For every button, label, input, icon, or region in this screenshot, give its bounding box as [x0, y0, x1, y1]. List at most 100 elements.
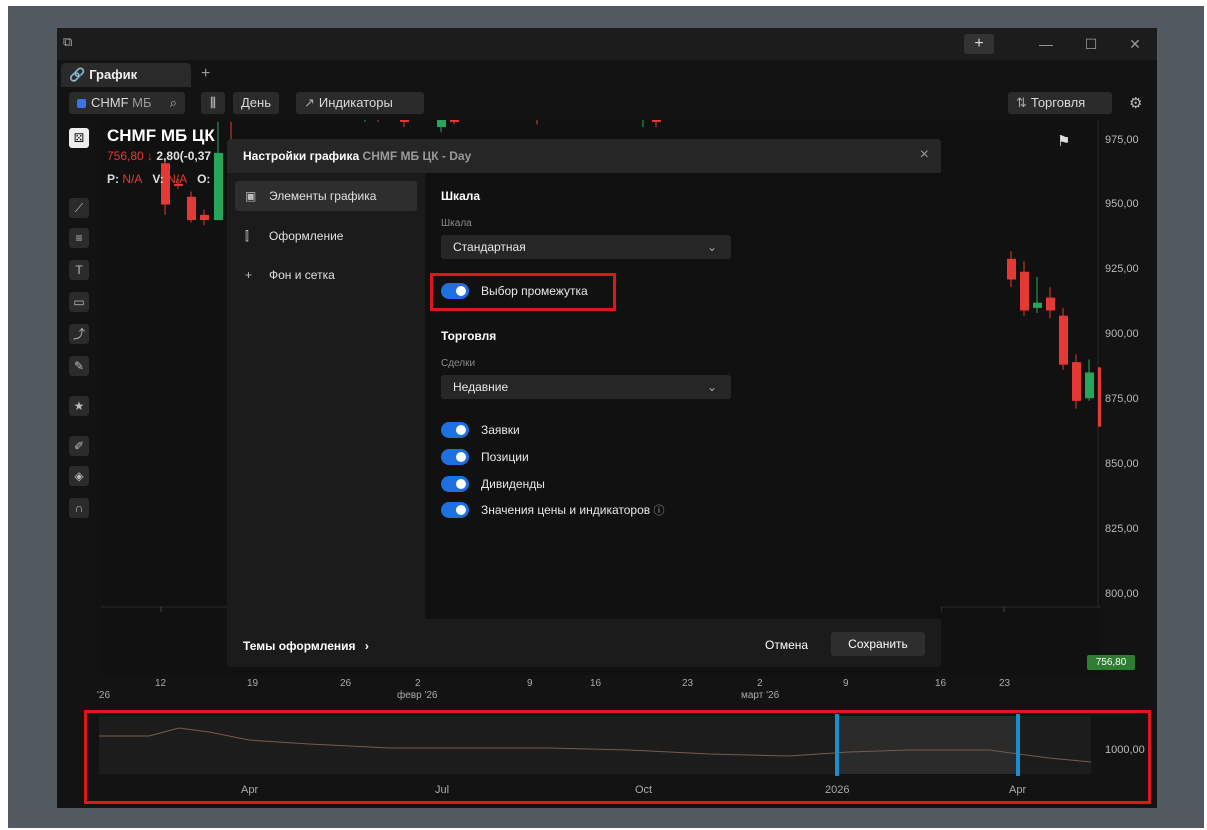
- ohlc-line: P: N/A V: N/A O:: [107, 172, 210, 186]
- ticker-search[interactable]: CHMF МБ ⌕: [69, 92, 185, 114]
- style-icon: ⫿: [245, 229, 249, 243]
- tab-chart-label: График: [89, 67, 138, 82]
- date-label: 2: [415, 678, 421, 689]
- eraser-icon[interactable]: ✐: [69, 436, 89, 456]
- dice-icon[interactable]: ⚄: [69, 128, 89, 148]
- date-label: 23: [682, 678, 694, 689]
- date-label: 16: [935, 678, 947, 689]
- trading-button[interactable]: ⇅ Торговля: [1008, 92, 1112, 114]
- themes-link[interactable]: Темы оформления ›: [243, 639, 369, 653]
- indicators-label: Индикаторы: [318, 95, 393, 110]
- date-label: 9: [527, 678, 533, 689]
- candle-body: [200, 214, 209, 221]
- sidebar-item-style[interactable]: ⫿ Оформление: [235, 221, 417, 251]
- trend-tool-icon[interactable]: ⤴: [69, 324, 89, 344]
- price-values-toggle-label: Значения цены и индикаторов ⓘ: [481, 501, 664, 520]
- brush-tool-icon[interactable]: ✎: [69, 356, 89, 376]
- sidebar-item-label: Оформление: [269, 229, 344, 243]
- deals-field-label: Сделки: [441, 358, 476, 369]
- grid-icon: +: [245, 268, 253, 282]
- text-tool-icon[interactable]: T: [69, 260, 89, 280]
- dialog-title-symbol: CHMF МБ ЦК - Day: [362, 149, 472, 163]
- line-tool-icon[interactable]: ⟋: [69, 198, 89, 218]
- favorites-icon[interactable]: ★: [69, 396, 89, 416]
- symbol-price-line: 756,80 ↓ 2,80(-0,37: [107, 149, 211, 163]
- price-axis-label: 950,00: [1105, 198, 1139, 210]
- maximize-button[interactable]: ☐: [1079, 34, 1103, 54]
- sidebar-item-chart-elements[interactable]: ▣ Элементы графика: [235, 181, 417, 211]
- orders-toggle[interactable]: [441, 422, 469, 438]
- candle-body: [1085, 372, 1094, 399]
- scale-field-label: Шкала: [441, 218, 472, 229]
- rectangle-tool-icon[interactable]: ▭: [69, 292, 89, 312]
- price-axis-label: 825,00: [1105, 523, 1139, 535]
- dialog-header: Настройки графика CHMF МБ ЦК - Day ×: [227, 139, 941, 173]
- chevron-right-icon: ›: [364, 639, 369, 653]
- tab-chart[interactable]: 🔗 График: [61, 63, 191, 87]
- price-axis-label: 850,00: [1105, 458, 1139, 470]
- candle-body: [437, 120, 446, 128]
- chart-toolbar: CHMF МБ ⌕ ⫼ День ↗ Индикаторы ⇅ Торговля ⚙: [57, 88, 1157, 120]
- highlight-navigator: [84, 710, 1151, 804]
- candle-body: [1072, 362, 1081, 401]
- candle-body: [1059, 315, 1068, 365]
- price-axis-label: 800,00: [1105, 588, 1139, 600]
- price-axis-label: 875,00: [1105, 393, 1139, 405]
- trading-label: Торговля: [1030, 95, 1086, 110]
- sidebar-item-background-grid[interactable]: + Фон и сетка: [235, 260, 417, 290]
- sidebar-item-label: Фон и сетка: [269, 268, 335, 282]
- price-values-toggle[interactable]: [441, 502, 469, 518]
- candle-body: [214, 152, 223, 221]
- fib-tool-icon[interactable]: ≡: [69, 228, 89, 248]
- ohlc-o-label: O:: [197, 172, 211, 186]
- minimize-button[interactable]: —: [1034, 34, 1058, 54]
- date-label: 9: [843, 678, 849, 689]
- indicators-button[interactable]: ↗ Индикаторы: [296, 92, 424, 114]
- settings-gear-icon[interactable]: ⚙: [1129, 94, 1142, 112]
- dialog-footer: Темы оформления › Отмена Сохранить: [227, 619, 941, 667]
- ticker-logo-icon: [77, 99, 86, 109]
- window-layout-icon[interactable]: ⧉: [63, 35, 75, 48]
- positions-toggle-label: Позиции: [481, 450, 529, 464]
- down-arrow-icon: ↓: [147, 149, 154, 163]
- dialog-sidebar: ▣ Элементы графика ⫿ Оформление + Фон и …: [227, 173, 425, 619]
- chart-elements-icon: ▣: [245, 189, 257, 203]
- scale-section-title: Шкала: [441, 189, 481, 203]
- magnet-icon[interactable]: ∩: [69, 498, 89, 518]
- candle-body: [1033, 302, 1042, 308]
- title-bar: ⧉ + — ☐ ✕: [57, 28, 1157, 60]
- chart-type-button[interactable]: ⫼: [201, 92, 225, 114]
- date-label: 12: [155, 678, 167, 689]
- period-button[interactable]: День: [233, 92, 279, 114]
- trading-section-title: Торговля: [441, 329, 497, 343]
- candles-icon: ⫼: [210, 95, 216, 110]
- dividends-toggle[interactable]: [441, 476, 469, 492]
- layers-icon[interactable]: ◈: [69, 466, 89, 486]
- positions-toggle[interactable]: [441, 449, 469, 465]
- ohlc-v-value: N/A: [167, 172, 188, 186]
- date-label: 16: [590, 678, 602, 689]
- add-tab-button[interactable]: +: [201, 65, 210, 83]
- alert-pin-icon[interactable]: ⚑: [1057, 132, 1070, 150]
- orders-toggle-label: Заявки: [481, 423, 520, 437]
- scale-select[interactable]: Стандартная ⌄: [441, 235, 731, 259]
- new-window-button[interactable]: +: [964, 34, 994, 54]
- dialog-title: Настройки графика CHMF МБ ЦК - Day: [243, 149, 471, 163]
- drawing-tools: ⚄ ⟋ ≡ T ▭ ⤴ ✎ ★ ✐ ◈ ∩: [57, 120, 101, 520]
- chevron-down-icon: ⌄: [706, 240, 717, 254]
- candle-body: [1020, 271, 1029, 311]
- price-change: 2,80(-0,37: [156, 149, 212, 163]
- save-button[interactable]: Сохранить: [831, 632, 925, 656]
- close-button[interactable]: ✕: [1123, 34, 1147, 54]
- info-icon[interactable]: ⓘ: [653, 505, 664, 517]
- dialog-close-icon[interactable]: ×: [920, 146, 929, 164]
- deals-select-value: Недавние: [453, 380, 509, 394]
- candle-body: [187, 196, 196, 221]
- price-values-label-text: Значения цены и индикаторов: [481, 503, 651, 517]
- price-axis-label: 925,00: [1105, 263, 1139, 275]
- cancel-button[interactable]: Отмена: [765, 638, 808, 652]
- deals-select[interactable]: Недавние ⌄: [441, 375, 731, 399]
- sidebar-item-label: Элементы графика: [269, 189, 377, 203]
- ohlc-v-label: V:: [152, 172, 164, 186]
- link-icon: 🔗: [69, 67, 86, 82]
